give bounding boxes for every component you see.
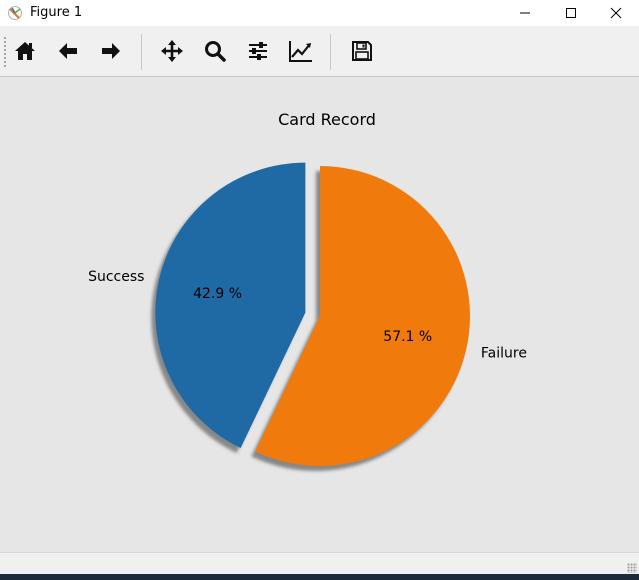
close-icon: [610, 7, 622, 19]
save-button[interactable]: [346, 35, 378, 67]
pie-value-label-success: 42.9 %: [193, 286, 242, 302]
pie-value-label-failure: 57.1 %: [383, 329, 432, 345]
title-bar: Figure 1: [0, 0, 639, 26]
edit-axes-button[interactable]: [285, 35, 317, 67]
pie-category-label-success: Success: [88, 269, 144, 285]
minimize-button[interactable]: [502, 0, 548, 26]
taskbar-strip: [0, 574, 639, 580]
minimize-icon: [520, 12, 530, 14]
arrow-left-icon: [59, 43, 77, 59]
configure-subplots-button[interactable]: [242, 35, 274, 67]
home-button[interactable]: [9, 35, 41, 67]
close-button[interactable]: [593, 0, 639, 26]
line-chart-icon: [289, 41, 312, 62]
pie-wedge-layer: [155, 162, 470, 467]
size-grip[interactable]: [627, 563, 637, 573]
move-icon: [161, 40, 183, 62]
navigation-toolbar: [0, 26, 639, 77]
zoom-button[interactable]: [199, 35, 231, 67]
floppy-disk-icon: [352, 41, 372, 61]
toolbar-separator: [141, 34, 142, 70]
toolbar-separator: [330, 34, 331, 70]
maximize-icon: [566, 8, 576, 18]
app-icon: [8, 6, 22, 20]
status-bar: [0, 552, 639, 575]
forward-button[interactable]: [95, 35, 127, 67]
window-title: Figure 1: [30, 5, 83, 20]
toolbar-grip[interactable]: [3, 36, 7, 68]
sliders-icon: [249, 42, 267, 60]
chart-title: Card Record: [278, 110, 376, 129]
home-icon: [15, 42, 35, 60]
figure-canvas[interactable]: Card Record 42.9 % Success 57.1 % Failure: [0, 77, 639, 552]
pie-category-label-failure: Failure: [481, 345, 527, 361]
pie-chart: Card Record 42.9 % Success 57.1 % Failure: [88, 110, 527, 472]
magnifier-icon: [205, 41, 226, 62]
back-button[interactable]: [52, 35, 84, 67]
pan-button[interactable]: [156, 35, 188, 67]
figure-window: Figure 1 Card Record 42.9 % Success 57.1…: [0, 0, 639, 580]
maximize-button[interactable]: [548, 0, 594, 26]
arrow-right-icon: [102, 43, 120, 59]
